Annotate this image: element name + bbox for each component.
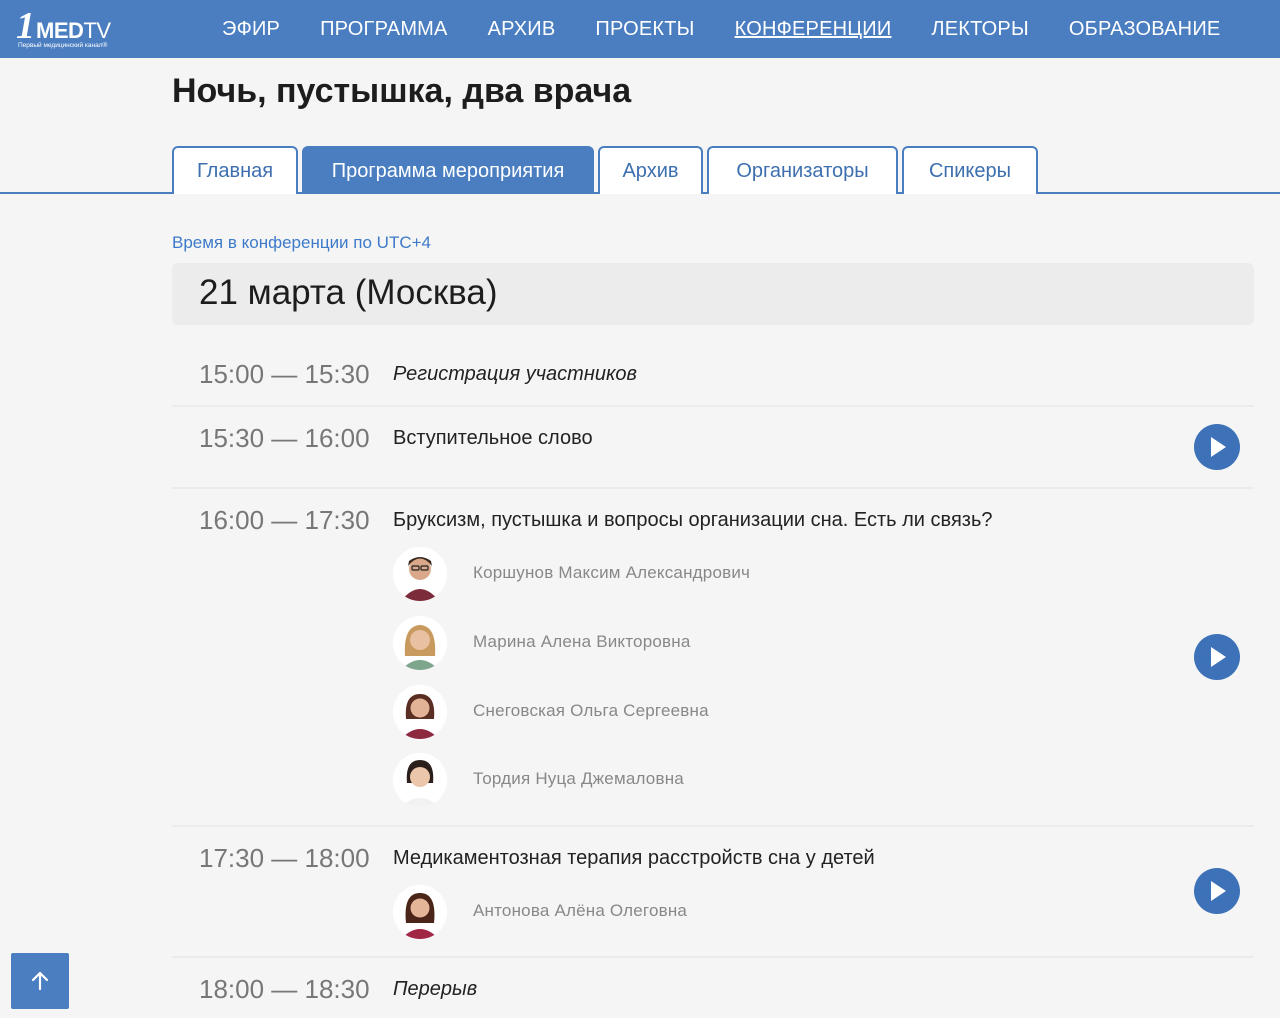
- nav-item-obrazovanie[interactable]: ОБРАЗОВАНИЕ: [1069, 18, 1221, 41]
- day-heading-block: 21 марта (Москва): [172, 263, 1254, 325]
- nav-item-lektory[interactable]: ЛЕКТОРЫ: [931, 18, 1028, 41]
- tab-organizers[interactable]: Организаторы: [707, 146, 898, 194]
- avatar: [393, 547, 447, 601]
- conference-tabs: Главная Программа мероприятия Архив Орга…: [172, 146, 1042, 194]
- schedule-row: 17:30 — 18:00 Медикаментозная терапия ра…: [172, 827, 1254, 958]
- page-title: Ночь, пустышка, два врача: [172, 72, 632, 110]
- avatar: [393, 616, 447, 670]
- play-icon-triangle: [1211, 647, 1226, 667]
- schedule-row: 16:00 — 17:30 Бруксизм, пустышка и вопро…: [172, 489, 1254, 827]
- tab-program[interactable]: Программа мероприятия: [302, 146, 594, 194]
- play-icon-triangle: [1211, 437, 1226, 457]
- play-icon-triangle: [1211, 881, 1226, 901]
- avatar: [393, 753, 447, 807]
- speaker-name: Марина Алена Викторовна: [473, 632, 691, 651]
- play-icon[interactable]: [1194, 634, 1240, 680]
- session-time: 18:00 — 18:30: [199, 974, 370, 1004]
- main-nav: ЭФИР ПРОГРАММА АРХИВ ПРОЕКТЫ КОНФЕРЕНЦИИ…: [202, 0, 1240, 58]
- arrow-up-icon: [31, 971, 49, 991]
- top-navigation-bar: 1 MEDTV Первый медицинский канал® ЭФИР П…: [0, 0, 1280, 58]
- schedule-row: 15:00 — 15:30 Регистрация участников: [172, 343, 1254, 407]
- play-icon[interactable]: [1194, 868, 1240, 914]
- session-topic[interactable]: Медикаментозная терапия расстройств сна …: [393, 847, 875, 870]
- speaker-name: Снеговская Ольга Сергеевна: [473, 701, 709, 720]
- nav-item-arkhiv[interactable]: АРХИВ: [488, 18, 556, 41]
- speaker-name: Тордия Нуца Джемаловна: [473, 769, 684, 788]
- session-time: 15:30 — 16:00: [199, 423, 370, 453]
- speaker-name: Антонова Алёна Олеговна: [473, 901, 688, 920]
- nav-item-efir[interactable]: ЭФИР: [222, 18, 280, 41]
- avatar: [393, 885, 447, 939]
- logo-wordmark: MEDTV: [36, 18, 111, 43]
- tab-archive[interactable]: Архив: [598, 146, 703, 194]
- session-time: 15:00 — 15:30: [199, 359, 370, 389]
- session-time: 17:30 — 18:00: [199, 843, 370, 873]
- session-topic[interactable]: Бруксизм, пустышка и вопросы организации…: [393, 509, 992, 532]
- session-topic: Регистрация участников: [393, 363, 637, 385]
- nav-item-proekty[interactable]: ПРОЕКТЫ: [595, 18, 694, 41]
- play-icon[interactable]: [1194, 424, 1240, 470]
- logo-digit: 1: [16, 5, 35, 47]
- logo-tagline: Первый медицинский канал®: [18, 42, 108, 49]
- scroll-to-top-button[interactable]: [11, 953, 69, 1009]
- schedule-row: 18:00 — 18:30 Перерыв: [172, 958, 1254, 1018]
- session-topic: Перерыв: [393, 978, 478, 1000]
- day-heading: 21 марта (Москва): [199, 273, 498, 312]
- session-topic[interactable]: Вступительное слово: [393, 427, 593, 450]
- tab-speakers[interactable]: Спикеры: [902, 146, 1038, 194]
- nav-item-programma[interactable]: ПРОГРАММА: [320, 18, 447, 41]
- timezone-note: Время в конференции по UTC+4: [172, 233, 431, 252]
- session-time: 16:00 — 17:30: [199, 505, 370, 535]
- avatar: [393, 685, 447, 739]
- tab-main[interactable]: Главная: [172, 146, 298, 194]
- speaker-name: Коршунов Максим Александрович: [473, 563, 751, 582]
- nav-item-konferentsii[interactable]: КОНФЕРЕНЦИИ: [735, 18, 892, 41]
- site-logo[interactable]: 1 MEDTV Первый медицинский канал®: [16, 6, 126, 52]
- schedule-row: 15:30 — 16:00 Вступительное слово: [172, 407, 1254, 489]
